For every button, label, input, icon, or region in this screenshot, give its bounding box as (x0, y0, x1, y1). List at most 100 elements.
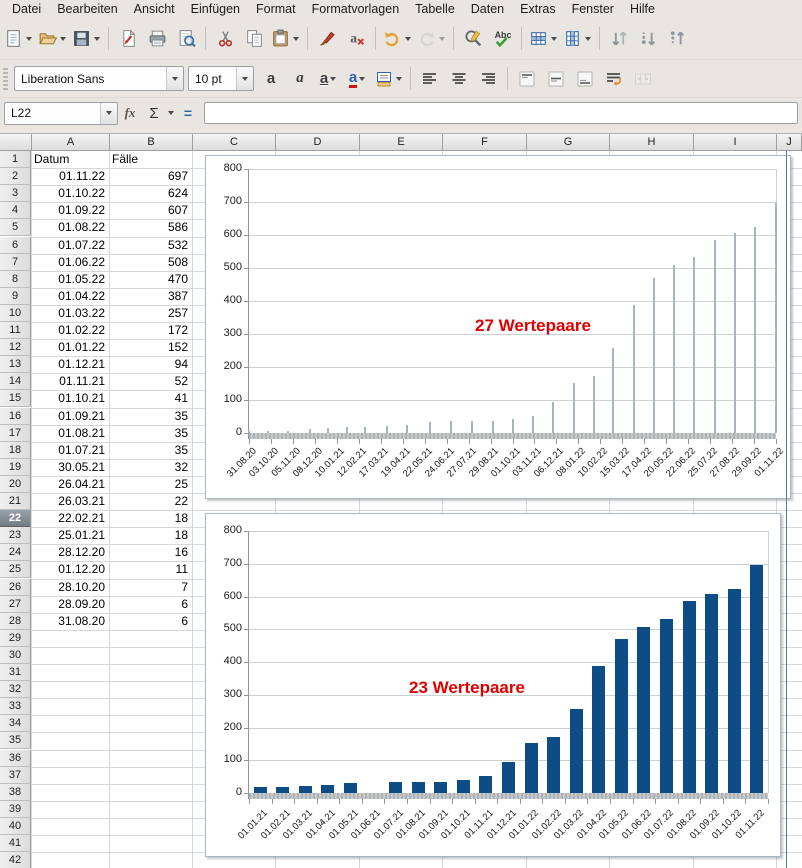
formula-button[interactable]: = (178, 102, 198, 124)
cell-a28[interactable]: 31.08.20 (33, 613, 105, 630)
row-header-25[interactable]: 25 (0, 561, 31, 578)
category-axis-chart[interactable]: 010020030040050060070080001.01.2101.02.2… (205, 513, 781, 857)
cell-b1[interactable]: Fälle (112, 151, 188, 168)
cell-b22[interactable]: 18 (111, 510, 188, 527)
cell-a21[interactable]: 26.03.21 (33, 493, 105, 510)
row-header-28[interactable]: 28 (0, 613, 31, 630)
cell-a12[interactable]: 01.01.22 (33, 339, 105, 356)
cell-a10[interactable]: 01.03.22 (33, 305, 105, 322)
sum-dropdown-icon[interactable] (168, 111, 174, 115)
open-button[interactable] (37, 25, 68, 52)
menu-datei[interactable]: Datei (4, 2, 49, 16)
open-dropdown[interactable] (58, 25, 68, 52)
cell-a16[interactable]: 01.09.21 (33, 408, 105, 425)
row-header-23[interactable]: 23 (0, 527, 31, 544)
cell-b11[interactable]: 172 (111, 322, 188, 339)
cell-a14[interactable]: 01.11.21 (33, 373, 105, 390)
row-header-38[interactable]: 38 (0, 784, 31, 801)
row-header-40[interactable]: 40 (0, 818, 31, 835)
column-header-I[interactable]: I (694, 134, 777, 151)
find-replace-button[interactable] (460, 25, 486, 52)
align-center-button[interactable] (446, 65, 472, 92)
menu-ansicht[interactable]: Ansicht (126, 2, 183, 16)
cell-a19[interactable]: 30.05.21 (33, 459, 105, 476)
row-header-30[interactable]: 30 (0, 647, 31, 664)
menu-daten[interactable]: Daten (463, 2, 512, 16)
spelling-button[interactable]: Abc (489, 25, 515, 52)
valign-center-button[interactable] (543, 65, 569, 92)
clear-formatting-button[interactable]: a (343, 25, 369, 52)
row-header-8[interactable]: 8 (0, 271, 31, 288)
cell-b24[interactable]: 16 (111, 544, 188, 561)
cell-b10[interactable]: 257 (111, 305, 188, 322)
cell-a4[interactable]: 01.09.22 (33, 202, 105, 219)
row-header-42[interactable]: 42 (0, 852, 31, 868)
cell-a11[interactable]: 01.02.22 (33, 322, 105, 339)
row-header-26[interactable]: 26 (0, 579, 31, 596)
sort-ascending-button[interactable] (635, 25, 661, 52)
undo-button[interactable] (382, 25, 413, 52)
row-header-13[interactable]: 13 (0, 356, 31, 373)
insert-columns-button[interactable] (562, 25, 593, 52)
italic-button[interactable]: a (287, 65, 313, 92)
cell-b5[interactable]: 586 (111, 219, 188, 236)
cell-a2[interactable]: 01.11.22 (33, 168, 105, 185)
row-header-20[interactable]: 20 (0, 476, 31, 493)
row-header-18[interactable]: 18 (0, 442, 31, 459)
new-document-dropdown[interactable] (24, 25, 34, 52)
cell-b16[interactable]: 35 (111, 408, 188, 425)
font-size-dropdown[interactable] (236, 67, 253, 90)
undo-dropdown[interactable] (403, 25, 413, 52)
cell-b13[interactable]: 94 (111, 356, 188, 373)
underline-button[interactable]: a (316, 65, 342, 92)
cell-b27[interactable]: 6 (111, 596, 188, 613)
new-document-button[interactable] (3, 25, 34, 52)
cell-a7[interactable]: 01.06.22 (33, 254, 105, 271)
cell-b21[interactable]: 22 (111, 493, 188, 510)
clone-formatting-button[interactable] (314, 25, 340, 52)
row-header-24[interactable]: 24 (0, 544, 31, 561)
column-header-B[interactable]: B (110, 134, 193, 151)
row-header-35[interactable]: 35 (0, 732, 31, 749)
function-wizard-button[interactable]: fx (120, 102, 140, 124)
paste-button[interactable] (270, 25, 301, 52)
underline-dropdown[interactable] (328, 65, 338, 92)
cell-a5[interactable]: 01.08.22 (33, 219, 105, 236)
insert-rows-dropdown[interactable] (549, 25, 559, 52)
name-box-dropdown[interactable] (100, 103, 117, 124)
copy-button[interactable] (241, 25, 267, 52)
row-header-4[interactable]: 4 (0, 202, 31, 219)
cell-b9[interactable]: 387 (111, 288, 188, 305)
cell-a18[interactable]: 01.07.21 (33, 442, 105, 459)
row-header-27[interactable]: 27 (0, 596, 31, 613)
row-header-10[interactable]: 10 (0, 305, 31, 322)
row-header-36[interactable]: 36 (0, 750, 31, 767)
insert-columns-dropdown[interactable] (583, 25, 593, 52)
cell-a23[interactable]: 25.01.21 (33, 527, 105, 544)
menu-bearbeiten[interactable]: Bearbeiten (49, 2, 125, 16)
menu-format[interactable]: Format (248, 2, 304, 16)
highlight-color-button[interactable] (374, 65, 404, 92)
row-header-16[interactable]: 16 (0, 408, 31, 425)
row-header-37[interactable]: 37 (0, 767, 31, 784)
cell-b17[interactable]: 35 (111, 425, 188, 442)
row-header-7[interactable]: 7 (0, 254, 31, 271)
cell-a25[interactable]: 01.12.20 (33, 561, 105, 578)
row-header-21[interactable]: 21 (0, 493, 31, 510)
column-header-H[interactable]: H (610, 134, 694, 151)
cell-b18[interactable]: 35 (111, 442, 188, 459)
highlight-color-dropdown[interactable] (394, 65, 404, 92)
row-header-11[interactable]: 11 (0, 322, 31, 339)
cut-button[interactable] (212, 25, 238, 52)
row-header-14[interactable]: 14 (0, 373, 31, 390)
cell-b6[interactable]: 532 (111, 237, 188, 254)
save-dropdown[interactable] (92, 25, 102, 52)
cell-b20[interactable]: 25 (111, 476, 188, 493)
font-color-dropdown[interactable] (357, 65, 367, 92)
cell-a1[interactable]: Datum (34, 151, 106, 168)
menu-einfügen[interactable]: Einfügen (183, 2, 248, 16)
cell-b19[interactable]: 32 (111, 459, 188, 476)
column-header-C[interactable]: C (193, 134, 276, 151)
select-all-corner[interactable] (0, 134, 32, 151)
font-name-combo[interactable]: Liberation Sans (14, 66, 184, 91)
